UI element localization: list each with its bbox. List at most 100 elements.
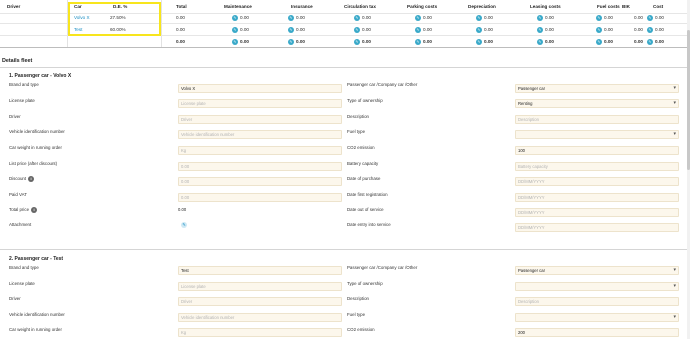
header-fuel: Fuel costs bbox=[597, 4, 620, 9]
edit-circulation-tax-icon[interactable]: ✎ bbox=[354, 26, 360, 33]
plate-input[interactable]: License plate bbox=[178, 99, 342, 108]
fuel-type-select[interactable] bbox=[515, 130, 679, 139]
vin-label: Vehicle identification number bbox=[9, 312, 65, 317]
edit-depreciation-icon[interactable]: ✎ bbox=[476, 38, 482, 45]
details-fleet-title: Details fleet bbox=[2, 58, 33, 64]
header-car: Car bbox=[74, 4, 82, 9]
edit-insurance-icon[interactable]: ✎ bbox=[288, 38, 294, 45]
total-price-value: 0.00 bbox=[178, 207, 187, 212]
driver-label: Driver bbox=[9, 296, 21, 301]
leasing-value: 0.00 bbox=[545, 27, 554, 32]
vin-label: Vehicle identification number bbox=[9, 129, 65, 134]
edit-circulation-tax-icon[interactable]: ✎ bbox=[354, 38, 360, 45]
edit-insurance-icon[interactable]: ✎ bbox=[288, 26, 294, 33]
info-icon[interactable]: i bbox=[28, 176, 35, 182]
description-input[interactable]: Description bbox=[515, 115, 679, 124]
edit-fuel-icon[interactable]: ✎ bbox=[596, 38, 602, 45]
driver-input[interactable]: Driver bbox=[178, 297, 342, 306]
first-registration-label: Date first registration bbox=[347, 192, 388, 197]
weight-input[interactable]: Kg bbox=[178, 146, 342, 155]
totals-parking: 0.00 bbox=[423, 39, 432, 44]
edit-fuel-icon[interactable]: ✎ bbox=[596, 14, 602, 21]
edit-cost-icon[interactable]: ✎ bbox=[647, 26, 653, 33]
edit-leasing-icon[interactable]: ✎ bbox=[537, 14, 543, 21]
ownership-select[interactable] bbox=[515, 282, 679, 291]
first-registration-input[interactable]: DD/MM/YYYY bbox=[515, 193, 679, 202]
fuel-type-label: Fuel type bbox=[347, 312, 366, 317]
table-row: Volvo X 27.50% 0.00 ✎ 0.00 ✎ 0.00 ✎ 0.00… bbox=[0, 12, 690, 24]
battery-input[interactable]: Battery capacity bbox=[515, 162, 679, 171]
info-icon[interactable]: i bbox=[31, 207, 38, 213]
parking-value: 0.00 bbox=[423, 15, 432, 20]
header-de: D.E. % bbox=[113, 4, 128, 9]
section-divider bbox=[0, 67, 690, 68]
paid-vat-label: Paid VAT bbox=[9, 192, 27, 197]
weight-label: Car weight in running order bbox=[9, 145, 62, 150]
discount-input[interactable]: 0.00 bbox=[178, 177, 342, 186]
car-link-test[interactable]: Test bbox=[74, 27, 82, 32]
edit-maintenance-icon[interactable]: ✎ bbox=[232, 38, 238, 45]
edit-insurance-icon[interactable]: ✎ bbox=[288, 14, 294, 21]
table-row: Test 60.00% 0.00 ✎ 0.00 ✎ 0.00 ✎ 0.00 ✎ … bbox=[0, 24, 690, 36]
edit-circulation-tax-icon[interactable]: ✎ bbox=[354, 14, 360, 21]
header-bik: BIK bbox=[622, 4, 630, 9]
edit-leasing-icon[interactable]: ✎ bbox=[537, 26, 543, 33]
purchase-date-input[interactable]: DD/MM/YYYY bbox=[515, 177, 679, 186]
edit-depreciation-icon[interactable]: ✎ bbox=[476, 14, 482, 21]
co2-label: CO2 emission bbox=[347, 145, 375, 150]
vin-input[interactable]: Vehicle identification number bbox=[178, 313, 342, 322]
description-input[interactable]: Description bbox=[515, 297, 679, 306]
co2-label: CO2 emission bbox=[347, 327, 375, 332]
description-label: Description bbox=[347, 114, 369, 119]
edit-maintenance-icon[interactable]: ✎ bbox=[232, 14, 238, 21]
attachment-icon[interactable]: ✎ bbox=[181, 222, 187, 228]
brand-input[interactable]: Volvo X bbox=[178, 84, 342, 93]
car-link-volvo-x[interactable]: Volvo X bbox=[74, 15, 90, 20]
entry-into-service-input[interactable]: DD/MM/YYYY bbox=[515, 223, 679, 232]
brand-input[interactable]: Test bbox=[178, 266, 342, 275]
edit-depreciation-icon[interactable]: ✎ bbox=[476, 26, 482, 33]
plate-input[interactable]: License plate bbox=[178, 282, 342, 291]
category-select[interactable]: Passenger car bbox=[515, 266, 679, 275]
edit-parking-icon[interactable]: ✎ bbox=[415, 38, 421, 45]
de-percent: 60.00% bbox=[110, 27, 126, 32]
ownership-label: Type of ownership bbox=[347, 98, 383, 103]
totals-total: 0.00 bbox=[176, 39, 185, 44]
ownership-select[interactable]: Renting bbox=[515, 99, 679, 108]
fleet-summary-table: Driver Car D.E. % Total Maintenance Insu… bbox=[0, 0, 690, 50]
header-insurance: Insurance bbox=[291, 4, 313, 9]
cost-value: 0.00 bbox=[655, 27, 664, 32]
discount-label-text: Discount bbox=[9, 176, 27, 182]
out-of-service-label: Date out of service bbox=[347, 207, 384, 212]
co2-input[interactable]: 200 bbox=[515, 328, 679, 337]
edit-parking-icon[interactable]: ✎ bbox=[415, 14, 421, 21]
discount-label: Discount i bbox=[9, 176, 35, 182]
total-price-label-text: Total price bbox=[9, 207, 30, 213]
paid-vat-input[interactable]: 0.00 bbox=[178, 193, 342, 202]
edit-leasing-icon[interactable]: ✎ bbox=[537, 38, 543, 45]
maintenance-value: 0.00 bbox=[240, 15, 249, 20]
circulation-tax-value: 0.00 bbox=[362, 15, 371, 20]
weight-input[interactable]: Kg bbox=[178, 328, 342, 337]
maintenance-value: 0.00 bbox=[240, 27, 249, 32]
section-divider bbox=[0, 249, 690, 250]
edit-cost-icon[interactable]: ✎ bbox=[647, 14, 653, 21]
edit-maintenance-icon[interactable]: ✎ bbox=[232, 26, 238, 33]
totals-leasing: 0.00 bbox=[545, 39, 554, 44]
list-price-label: List price (after discount) bbox=[9, 161, 58, 166]
fuel-type-select[interactable] bbox=[515, 313, 679, 322]
vin-input[interactable]: Vehicle identification number bbox=[178, 130, 342, 139]
driver-input[interactable]: Driver bbox=[178, 115, 342, 124]
edit-parking-icon[interactable]: ✎ bbox=[415, 26, 421, 33]
bik-value: 0.00 bbox=[634, 27, 643, 32]
insurance-value: 0.00 bbox=[296, 15, 305, 20]
header-driver: Driver bbox=[7, 4, 21, 9]
header-cost: Cost bbox=[653, 4, 664, 9]
edit-cost-icon[interactable]: ✎ bbox=[647, 38, 653, 45]
plate-label: License plate bbox=[9, 281, 35, 286]
out-of-service-input[interactable]: DD/MM/YYYY bbox=[515, 208, 679, 217]
category-select[interactable]: Passenger car bbox=[515, 84, 679, 93]
list-price-input[interactable]: 0.00 bbox=[178, 162, 342, 171]
edit-fuel-icon[interactable]: ✎ bbox=[596, 26, 602, 33]
co2-input[interactable]: 100 bbox=[515, 146, 679, 155]
